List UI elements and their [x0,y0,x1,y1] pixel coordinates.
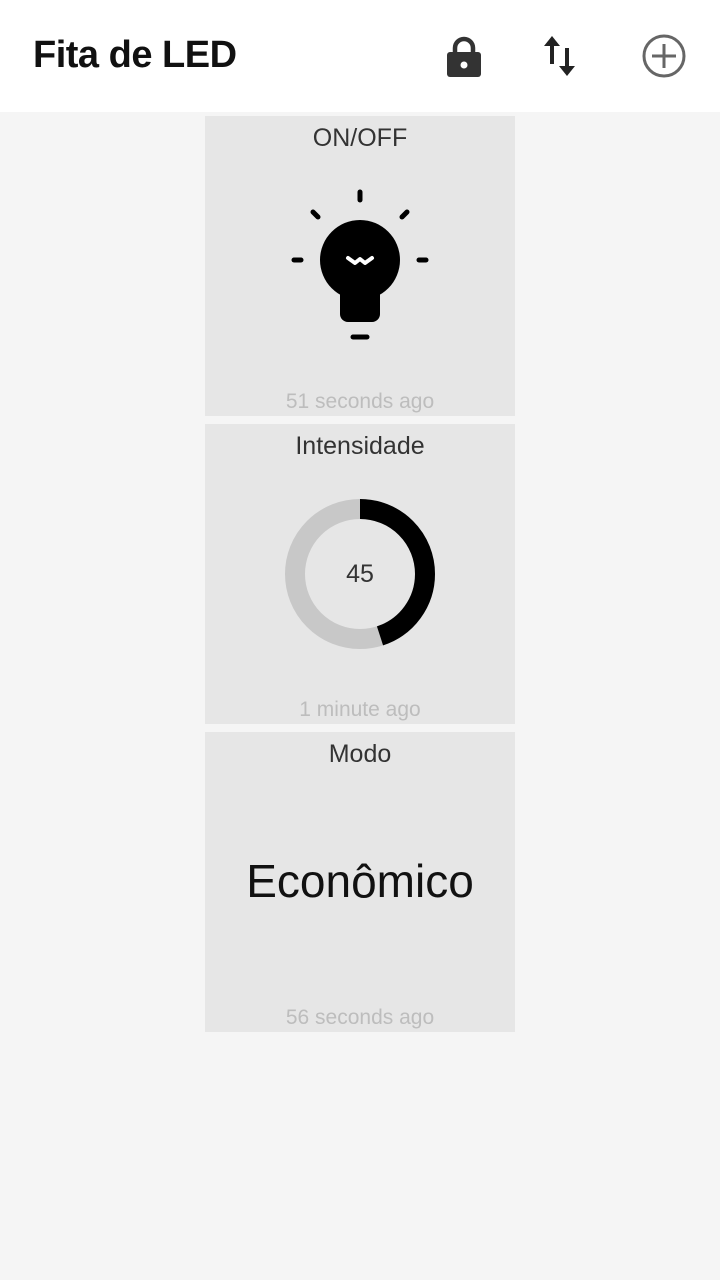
tile-timestamp: 51 seconds ago [285,390,435,413]
intensity-gauge: 45 [280,494,440,654]
tile-title: Intensidade [295,432,425,460]
tile-on-off[interactable]: ON/OFF 51 seconds ago [205,116,515,416]
lock-button[interactable] [436,28,492,84]
bulb-toggle[interactable] [285,184,435,344]
mode-value: Econômico [246,855,474,907]
tile-title: Modo [328,740,392,768]
reorder-button[interactable] [532,28,588,84]
add-circle-icon [642,34,686,78]
tile-title: ON/OFF [312,124,408,152]
tile-intensity[interactable]: Intensidade 45 1 minute ago [205,424,515,724]
sort-arrows-icon [544,36,575,76]
lock-icon [447,36,481,77]
gauge-value: 45 [346,559,374,588]
lightbulb-icon [291,189,429,340]
tile-timestamp: 1 minute ago [299,698,421,721]
app-bar: Fita de LED [0,0,720,112]
tile-mode[interactable]: Modo Econômico 56 seconds ago [205,732,515,1032]
page-title: Fita de LED [33,34,237,76]
add-button[interactable] [636,28,692,84]
tile-timestamp: 56 seconds ago [285,1006,435,1029]
